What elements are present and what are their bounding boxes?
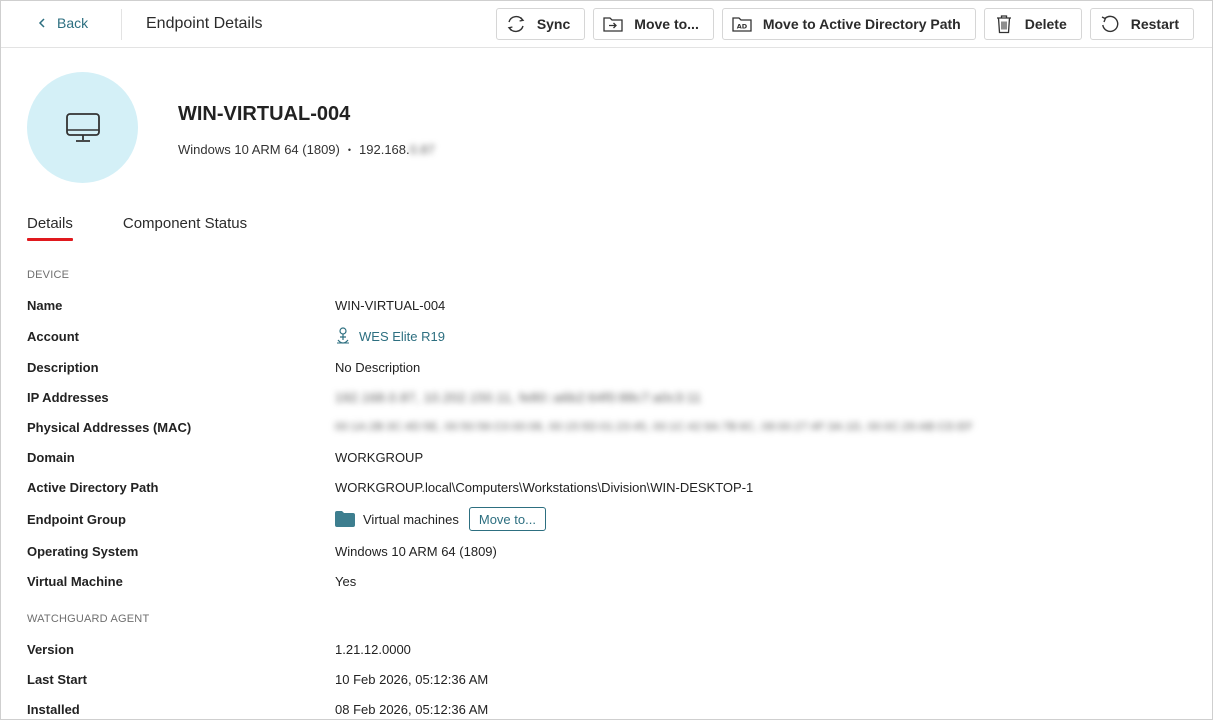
account-icon bbox=[335, 327, 351, 345]
detail-key: Name bbox=[27, 297, 63, 313]
device-os-text: Windows 10 ARM 64 (1809) bbox=[178, 142, 340, 157]
endpoint-group-name: Virtual machines bbox=[363, 511, 459, 527]
detail-key: Installed bbox=[27, 701, 80, 717]
detail-key: Description bbox=[27, 359, 99, 375]
detail-value: Yes bbox=[335, 573, 357, 589]
top-toolbar: Back Endpoint Details Sync Move to... AD bbox=[1, 1, 1212, 48]
detail-row-ad-path: Active Directory Path WORKGROUP.local\Co… bbox=[27, 475, 1187, 499]
svg-text:AD: AD bbox=[737, 23, 748, 31]
detail-row-mac: Physical Addresses (MAC) 00:1A:2B:3C:4D:… bbox=[27, 415, 1187, 439]
sync-button[interactable]: Sync bbox=[495, 8, 586, 40]
detail-row-os: Operating System Windows 10 ARM 64 (1809… bbox=[27, 539, 1187, 563]
detail-value: WORKGROUP bbox=[335, 449, 424, 465]
detail-value: 1.21.12.0000 bbox=[335, 641, 411, 657]
device-ip-text: 192.168.0.87 bbox=[359, 142, 435, 157]
detail-key: Endpoint Group bbox=[27, 511, 126, 527]
sync-icon bbox=[505, 13, 527, 35]
detail-row-last-start: Last Start 10 Feb 2026, 05:12:36 AM bbox=[27, 667, 1187, 691]
group-move-to-button[interactable]: Move to... bbox=[468, 507, 546, 531]
detail-key: Virtual Machine bbox=[27, 573, 123, 589]
chevron-left-icon bbox=[38, 18, 45, 28]
detail-value: No Description bbox=[335, 359, 421, 375]
detail-row-version: Version 1.21.12.0000 bbox=[27, 637, 1187, 661]
back-button[interactable]: Back bbox=[37, 15, 88, 31]
monitor-icon bbox=[65, 112, 100, 142]
detail-row-endpoint-group: Endpoint Group Virtual machines Move to.… bbox=[27, 506, 1187, 532]
separator-dot: • bbox=[347, 144, 352, 155]
tab-details[interactable]: Details bbox=[27, 215, 73, 241]
move-to-button[interactable]: Move to... bbox=[593, 8, 714, 40]
detail-value: Windows 10 ARM 64 (1809) bbox=[335, 543, 497, 559]
detail-row-description: Description No Description bbox=[27, 355, 1187, 379]
detail-row-virtual-machine: Virtual Machine Yes bbox=[27, 569, 1187, 593]
detail-value: WIN-VIRTUAL-004 bbox=[335, 297, 446, 313]
detail-key: Operating System bbox=[27, 543, 139, 559]
detail-value: 08 Feb 2026, 05:12:36 AM bbox=[335, 701, 489, 717]
device-name-heading: WIN-VIRTUAL-004 bbox=[178, 103, 351, 125]
detail-key: Domain bbox=[27, 449, 75, 465]
detail-row-name: Name WIN-VIRTUAL-004 bbox=[27, 293, 1187, 317]
restart-icon bbox=[1099, 13, 1121, 35]
detail-value-wrap: 192.168.0.87, 10.202.150.11, fe80::a6b2:… bbox=[335, 390, 701, 405]
detail-key: Last Start bbox=[27, 671, 87, 687]
mac-addresses-value: 00:1A:2B:3C:4D:5E, 00:50:56:C0:00:08, 00… bbox=[335, 421, 973, 433]
agent-section-label: WATCHGUARD AGENT bbox=[27, 613, 150, 625]
move-to-ad-label: Move to Active Directory Path bbox=[762, 16, 961, 32]
folder-icon bbox=[335, 511, 355, 527]
account-link[interactable]: WES Elite R19 bbox=[359, 329, 445, 344]
endpoint-details-page: Back Endpoint Details Sync Move to... AD bbox=[0, 0, 1213, 720]
ip-hidden: 0.87 bbox=[409, 142, 435, 157]
move-to-ad-path-button[interactable]: AD Move to Active Directory Path bbox=[721, 8, 976, 40]
detail-value-wrap: 00:1A:2B:3C:4D:5E, 00:50:56:C0:00:08, 00… bbox=[335, 421, 973, 433]
ad-icon: AD bbox=[731, 13, 753, 35]
ip-prefix: 192.168. bbox=[359, 142, 410, 157]
sync-label: Sync bbox=[536, 16, 571, 32]
detail-row-installed: Installed 08 Feb 2026, 05:12:36 AM bbox=[27, 697, 1187, 719]
detail-value: WORKGROUP.local\Computers\Workstations\D… bbox=[335, 479, 754, 495]
device-avatar bbox=[27, 72, 138, 183]
account-value: WES Elite R19 bbox=[335, 327, 445, 345]
detail-key: Active Directory Path bbox=[27, 479, 159, 495]
move-to-label: Move to... bbox=[634, 16, 699, 32]
detail-key: Account bbox=[27, 328, 79, 344]
endpoint-group-value: Virtual machines Move to... bbox=[335, 507, 546, 531]
back-label: Back bbox=[57, 15, 89, 31]
detail-key: IP Addresses bbox=[27, 389, 109, 405]
detail-row-ip-addresses: IP Addresses 192.168.0.87, 10.202.150.11… bbox=[27, 385, 1187, 409]
trash-icon bbox=[993, 13, 1015, 35]
detail-key: Physical Addresses (MAC) bbox=[27, 419, 192, 435]
tab-component-status[interactable]: Component Status bbox=[123, 215, 247, 238]
delete-label: Delete bbox=[1024, 16, 1067, 32]
device-section-label: DEVICE bbox=[27, 269, 70, 281]
detail-tabs: Details Component Status bbox=[27, 215, 247, 241]
page-title: Endpoint Details bbox=[146, 15, 263, 32]
ip-addresses-value: 192.168.0.87, 10.202.150.11, fe80::a6b2:… bbox=[335, 389, 702, 405]
toolbar-actions: Sync Move to... AD Move to Active Direct… bbox=[495, 8, 1194, 40]
restart-label: Restart bbox=[1130, 16, 1179, 32]
detail-row-domain: Domain WORKGROUP bbox=[27, 445, 1187, 469]
detail-value: 10 Feb 2026, 05:12:36 AM bbox=[335, 671, 489, 687]
detail-row-account: Account WES Elite R19 bbox=[27, 324, 1187, 348]
device-subtitle: Windows 10 ARM 64 (1809) • 192.168.0.87 bbox=[178, 142, 435, 157]
restart-button[interactable]: Restart bbox=[1089, 8, 1194, 40]
move-to-icon bbox=[602, 13, 624, 35]
delete-button[interactable]: Delete bbox=[983, 8, 1082, 40]
toolbar-divider bbox=[121, 9, 122, 40]
detail-key: Version bbox=[27, 641, 74, 657]
